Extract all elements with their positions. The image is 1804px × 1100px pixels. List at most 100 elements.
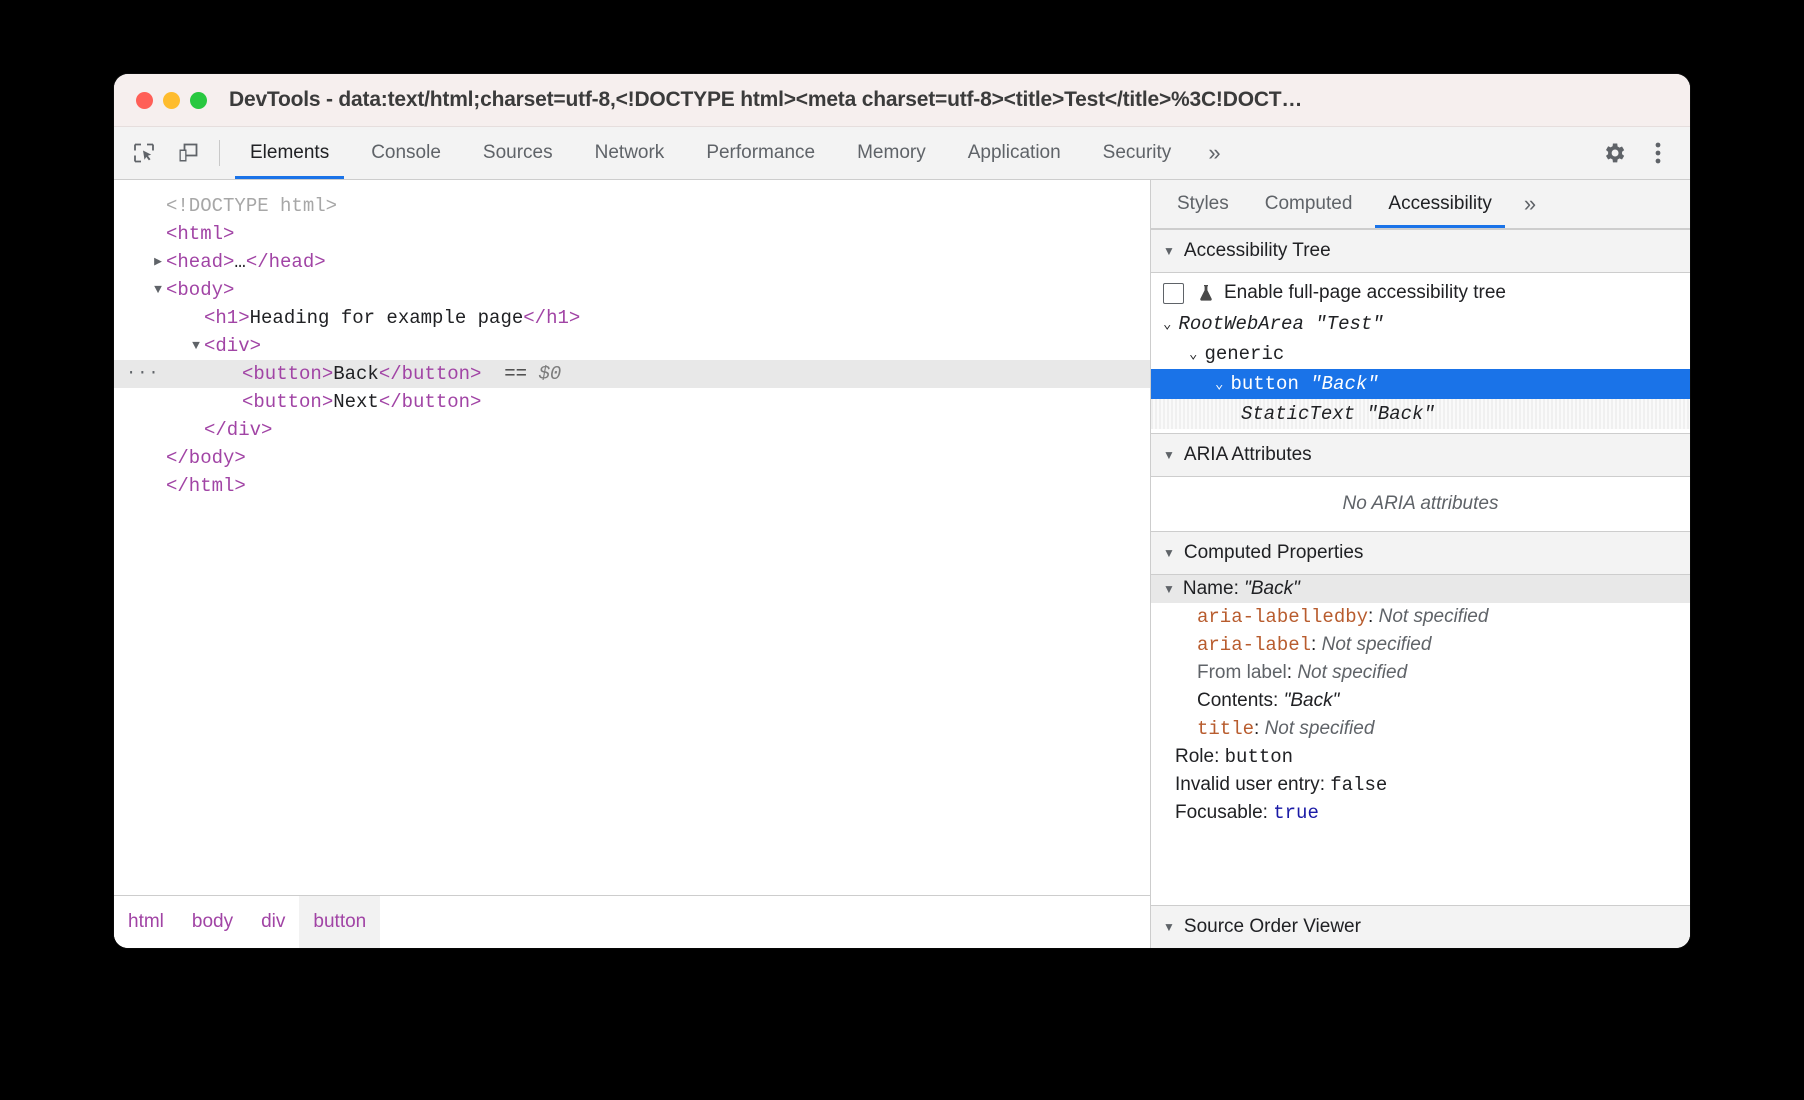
sidebar-filler — [1151, 827, 1690, 905]
computed-properties-body: ▼ Name: "Back" aria-labelledby: Not spec… — [1151, 575, 1690, 827]
tab-elements[interactable]: Elements — [229, 127, 350, 179]
tab-performance[interactable]: Performance — [685, 127, 836, 179]
computed-property-row: From label: Not specified — [1151, 659, 1690, 687]
breadcrumb-item-html-label: html — [128, 911, 164, 933]
breadcrumb-item-button[interactable]: button — [299, 896, 380, 948]
ax-node-role: generic — [1204, 343, 1284, 365]
computed-property-key: Invalid user entry — [1175, 774, 1320, 796]
dom-row-token: == — [481, 360, 538, 388]
dom-row-twisty-placeholder: · — [150, 220, 166, 248]
dom-row-twisty-placeholder: · — [150, 444, 166, 472]
dom-row-token: <head> — [166, 248, 234, 276]
computed-property-row: Contents: "Back" — [1151, 687, 1690, 715]
tab-memory-label: Memory — [857, 142, 926, 164]
breadcrumb: html body div button — [114, 895, 1150, 948]
tab-performance-label: Performance — [706, 142, 815, 164]
section-computed-properties[interactable]: ▼ Computed Properties — [1151, 531, 1690, 575]
tab-security[interactable]: Security — [1082, 127, 1193, 179]
computed-property-separator: : — [1214, 746, 1225, 768]
dom-row-token: <!DOCTYPE html> — [166, 192, 337, 220]
dom-row-token: </html> — [166, 472, 246, 500]
close-window-button[interactable] — [136, 92, 153, 109]
sidebar-more-tabs-label: » — [1524, 191, 1536, 217]
dom-tree-row[interactable]: ····<button>Back</button> == $0 — [114, 360, 1150, 388]
dom-row-token: <div> — [204, 332, 261, 360]
dom-tree-row[interactable]: ·<html> — [114, 220, 1150, 248]
computed-property-value: Not specified — [1322, 634, 1432, 656]
breadcrumb-item-body-label: body — [192, 911, 233, 933]
sidebar-more-tabs-chevron-icon[interactable]: » — [1510, 180, 1550, 228]
ax-node-value: "Test" — [1315, 313, 1383, 335]
computed-property-separator: : — [1273, 690, 1284, 712]
ax-node-value: "Back" — [1366, 403, 1434, 425]
computed-property-row: Invalid user entry: false — [1151, 771, 1690, 799]
computed-property-separator: : — [1254, 718, 1265, 740]
section-source-order-viewer[interactable]: ▼ Source Order Viewer — [1151, 905, 1690, 948]
accessibility-node-row[interactable]: StaticText "Back" — [1151, 399, 1690, 429]
enable-full-page-ax-tree-checkbox[interactable] — [1163, 283, 1184, 304]
computed-properties-rows: aria-labelledby: Not specifiedaria-label… — [1151, 603, 1690, 827]
minimize-window-button[interactable] — [163, 92, 180, 109]
chevron-down-icon[interactable]: ⌄ — [1189, 346, 1197, 363]
section-aria-attributes[interactable]: ▼ ARIA Attributes — [1151, 433, 1690, 477]
breadcrumb-item-div[interactable]: div — [247, 896, 299, 948]
tab-styles[interactable]: Styles — [1159, 180, 1247, 228]
window-title: DevTools - data:text/html;charset=utf-8,… — [229, 88, 1302, 112]
dom-tree-row[interactable]: ·<button>Next</button> — [114, 388, 1150, 416]
more-tabs-label: » — [1208, 140, 1220, 166]
accessibility-tree-body: Enable full-page accessibility tree ⌄Roo… — [1151, 273, 1690, 433]
section-accessibility-tree[interactable]: ▼ Accessibility Tree — [1151, 229, 1690, 273]
tab-sources-label: Sources — [483, 142, 553, 164]
ax-node-role: StaticText — [1241, 403, 1355, 425]
more-tabs-chevron-icon[interactable]: » — [1192, 127, 1236, 179]
dom-tree-row[interactable]: ▼<div> — [114, 332, 1150, 360]
tab-memory[interactable]: Memory — [836, 127, 947, 179]
toolbar-right-actions — [1573, 127, 1690, 179]
caret-down-icon: ▼ — [1163, 546, 1175, 560]
dom-tree-row[interactable]: ·<!DOCTYPE html> — [114, 192, 1150, 220]
dom-row-twisty-placeholder: · — [188, 304, 204, 332]
computed-name-row[interactable]: ▼ Name: "Back" — [1151, 575, 1690, 603]
breadcrumb-item-html[interactable]: html — [114, 896, 178, 948]
dom-tree[interactable]: ·<!DOCTYPE html>·<html>▶<head>…</head>▼<… — [114, 180, 1150, 895]
section-computed-properties-label: Computed Properties — [1184, 542, 1364, 564]
accessibility-node-row[interactable]: ⌄ generic — [1151, 339, 1690, 369]
tab-accessibility[interactable]: Accessibility — [1370, 180, 1509, 228]
caret-down-icon: ▼ — [1163, 448, 1175, 462]
dom-row-twisty-placeholder: · — [188, 416, 204, 444]
dom-row-twisty-placeholder: · — [150, 192, 166, 220]
device-toolbar-icon[interactable] — [166, 127, 210, 179]
inspect-element-icon[interactable] — [122, 127, 166, 179]
accessibility-node-row[interactable]: ⌄RootWebArea "Test" — [1151, 309, 1690, 339]
gear-icon[interactable] — [1592, 140, 1636, 166]
kebab-menu-icon[interactable] — [1636, 140, 1680, 166]
dom-tree-row[interactable]: ·</div> — [114, 416, 1150, 444]
dom-tree-row[interactable]: ▼<body> — [114, 276, 1150, 304]
expand-triangle-icon[interactable]: ▶ — [150, 248, 166, 276]
dom-tree-row[interactable]: ▶<head>…</head> — [114, 248, 1150, 276]
tab-sources[interactable]: Sources — [462, 127, 574, 179]
tab-application[interactable]: Application — [947, 127, 1082, 179]
computed-property-value: "Back" — [1284, 690, 1340, 712]
accessibility-node-list[interactable]: ⌄RootWebArea "Test"⌄generic⌄button "Back… — [1151, 309, 1690, 429]
breadcrumb-item-div-label: div — [261, 911, 285, 933]
dom-row-more-icon[interactable]: ··· — [126, 360, 150, 388]
tab-console[interactable]: Console — [350, 127, 462, 179]
collapse-triangle-icon[interactable]: ▼ — [150, 276, 166, 304]
ax-node-role: button — [1230, 373, 1298, 395]
accessibility-node-row[interactable]: ⌄button "Back" — [1151, 369, 1690, 399]
maximize-window-button[interactable] — [190, 92, 207, 109]
chevron-down-icon[interactable]: ⌄ — [1163, 316, 1171, 333]
tab-network[interactable]: Network — [574, 127, 686, 179]
collapse-triangle-icon[interactable]: ▼ — [188, 332, 204, 360]
dom-tree-row[interactable]: ·</html> — [114, 472, 1150, 500]
dom-row-token: </head> — [246, 248, 326, 276]
breadcrumb-item-body[interactable]: body — [178, 896, 247, 948]
chevron-down-icon[interactable]: ⌄ — [1215, 376, 1223, 393]
tab-computed[interactable]: Computed — [1247, 180, 1371, 228]
enable-full-page-ax-tree-row[interactable]: Enable full-page accessibility tree — [1151, 277, 1690, 309]
dom-tree-row[interactable]: ·</body> — [114, 444, 1150, 472]
elements-sidebar: Styles Computed Accessibility » ▼ Access… — [1151, 180, 1690, 948]
computed-property-value: Not specified — [1379, 606, 1489, 628]
dom-tree-row[interactable]: ·<h1>Heading for example page</h1> — [114, 304, 1150, 332]
